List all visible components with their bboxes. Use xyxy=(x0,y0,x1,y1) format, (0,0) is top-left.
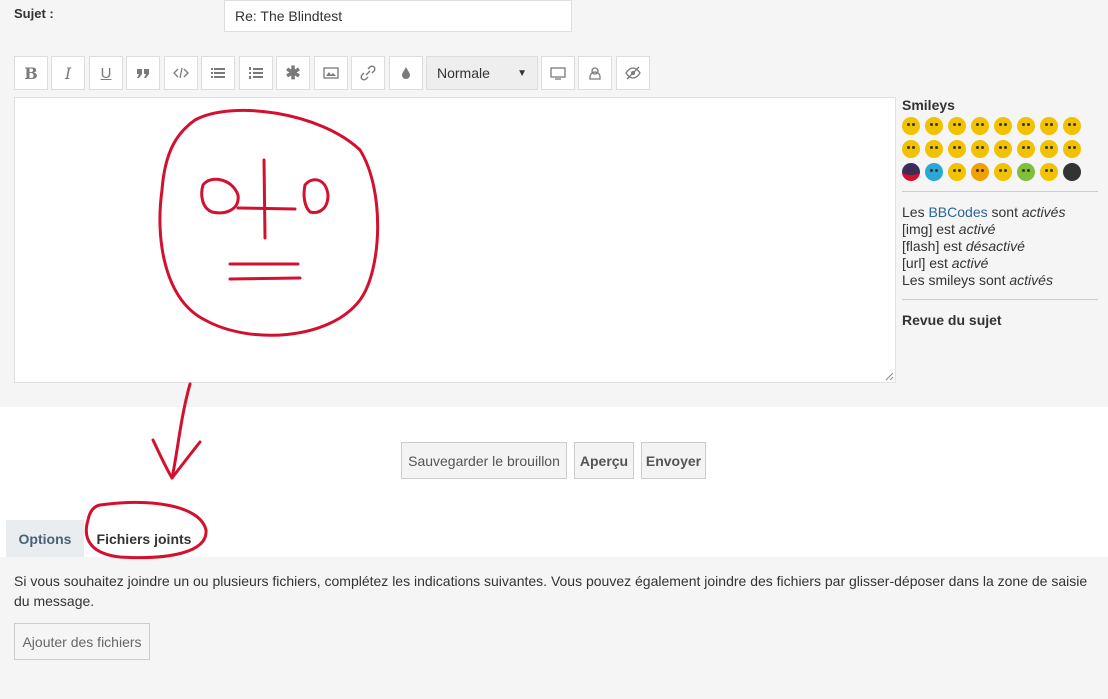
bbcode-text: Les xyxy=(902,204,929,220)
submit-button[interactable]: Envoyer xyxy=(641,442,706,479)
underline-icon[interactable]: U xyxy=(89,56,123,90)
smileys-status-text: Les smileys sont xyxy=(902,272,1010,288)
smiley-icon[interactable] xyxy=(1063,140,1081,158)
smiley-icon[interactable] xyxy=(971,163,989,181)
smiley-icon[interactable] xyxy=(902,140,920,158)
smiley-icon[interactable] xyxy=(1017,140,1035,158)
italic-icon[interactable]: I xyxy=(51,56,85,90)
img-status-text: [img] est xyxy=(902,221,959,237)
smiley-icon[interactable] xyxy=(902,117,920,135)
subject-label: Sujet : xyxy=(14,6,54,21)
url-status-text: [url] est xyxy=(902,255,952,271)
bbcode-text: sont xyxy=(987,204,1022,220)
code-icon[interactable] xyxy=(164,56,198,90)
font-size-value: Normale xyxy=(437,65,490,81)
tab-options[interactable]: Options xyxy=(6,520,84,557)
bbcodes-link[interactable]: BBCodes xyxy=(928,204,987,220)
monitor-icon[interactable] xyxy=(541,56,575,90)
image-icon[interactable] xyxy=(314,56,348,90)
bbcode-status: Les BBCodes sont activés [img] est activ… xyxy=(902,204,1098,289)
divider xyxy=(902,299,1098,300)
link-icon[interactable] xyxy=(351,56,385,90)
smiley-icon[interactable] xyxy=(1040,117,1058,135)
bold-icon[interactable]: B xyxy=(14,56,48,90)
color-icon[interactable] xyxy=(389,56,423,90)
smiley-icon[interactable] xyxy=(948,117,966,135)
smiley-icon[interactable] xyxy=(948,163,966,181)
smiley-icon[interactable] xyxy=(994,140,1012,158)
smiley-icon[interactable] xyxy=(1063,163,1081,181)
attachments-help: Si vous souhaitez joindre un ou plusieur… xyxy=(14,573,1088,609)
resize-handle-icon[interactable] xyxy=(885,372,894,381)
smiley-icon[interactable] xyxy=(1040,140,1058,158)
smiley-icon[interactable] xyxy=(971,117,989,135)
topic-review-link[interactable]: Revue du sujet xyxy=(902,312,1098,328)
list-icon[interactable] xyxy=(201,56,235,90)
img-state: activé xyxy=(958,221,996,237)
list-item-icon[interactable]: ✱ xyxy=(276,56,310,90)
flash-status-text: [flash] est xyxy=(902,238,966,254)
smiley-icon[interactable] xyxy=(925,140,943,158)
url-state: activé xyxy=(951,255,989,271)
add-files-button[interactable]: Ajouter des fichiers xyxy=(14,623,150,660)
tab-attachments[interactable]: Fichiers joints xyxy=(86,520,202,557)
smiley-icon[interactable] xyxy=(971,140,989,158)
smiley-icon[interactable] xyxy=(994,163,1012,181)
divider xyxy=(902,191,1098,192)
smileys-title: Smileys xyxy=(902,97,955,113)
save-draft-button[interactable]: Sauvegarder le brouillon xyxy=(401,442,567,479)
flash-state: désactivé xyxy=(965,238,1025,254)
smiley-icon[interactable] xyxy=(948,140,966,158)
bbcode-state: activés xyxy=(1021,204,1066,220)
user-icon[interactable] xyxy=(578,56,612,90)
ordered-list-icon[interactable] xyxy=(239,56,273,90)
smiley-icon[interactable] xyxy=(1040,163,1058,181)
smiley-icon[interactable] xyxy=(1017,163,1035,181)
smiley-icon[interactable] xyxy=(994,117,1012,135)
smiley-grid xyxy=(902,117,1098,181)
smiley-icon[interactable] xyxy=(1063,117,1081,135)
quote-icon[interactable] xyxy=(126,56,160,90)
smileys-state: activés xyxy=(1009,272,1053,288)
smiley-icon[interactable] xyxy=(902,163,920,181)
sidebar: Smileys Les BBCodes sont activés [img] e… xyxy=(902,97,1098,328)
question-smiley-icon[interactable] xyxy=(925,163,943,181)
subject-input[interactable] xyxy=(224,0,572,32)
chevron-down-icon: ▼ xyxy=(517,67,527,79)
smiley-icon[interactable] xyxy=(925,117,943,135)
message-textarea[interactable] xyxy=(14,97,896,383)
preview-button[interactable]: Aperçu xyxy=(574,442,634,479)
font-size-select[interactable]: Normale ▼ xyxy=(426,56,538,90)
eye-slash-icon[interactable] xyxy=(616,56,650,90)
smiley-icon[interactable] xyxy=(1017,117,1035,135)
